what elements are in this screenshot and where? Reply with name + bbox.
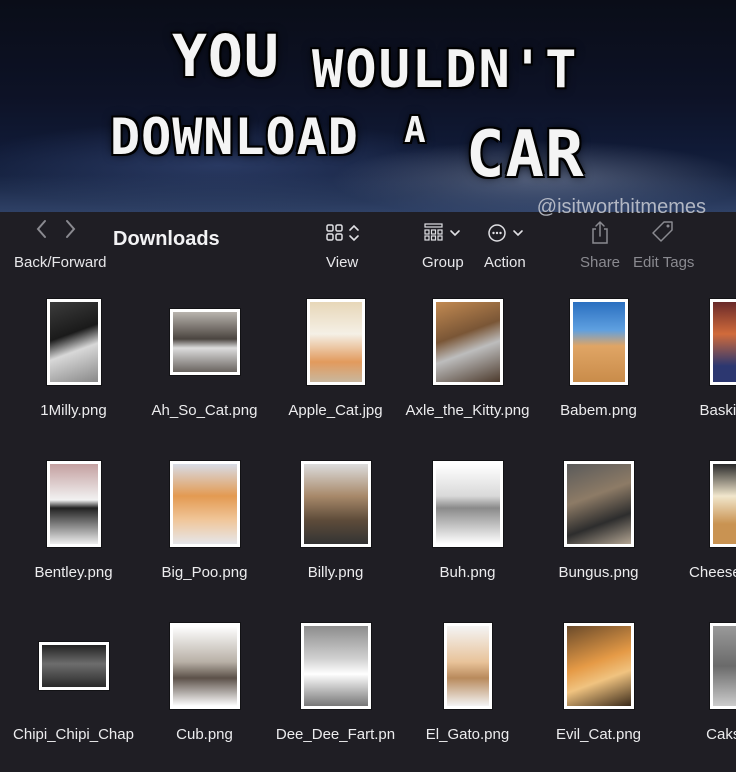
- meme-text-line-1: YOU: [172, 22, 280, 90]
- back-forward-control[interactable]: [35, 218, 85, 240]
- file-name-label: Baskit_C: [699, 402, 736, 419]
- file-name-label: Cakste: [706, 726, 736, 743]
- cat-photo: [713, 464, 736, 544]
- cat-photo: [310, 302, 362, 382]
- file-name-label: Ah_So_Cat.png: [151, 402, 258, 419]
- file-item[interactable]: Dee_Dee_Fart.pn: [270, 622, 401, 772]
- cat-photo: [304, 626, 368, 706]
- meme-text-line-2: WOULDN'T: [312, 40, 579, 100]
- share-icon[interactable]: [590, 220, 610, 246]
- cat-photo: [50, 302, 98, 382]
- meme-text-line-5: CAR: [466, 118, 585, 192]
- meme-banner: YOU WOULDN'T DOWNLOAD A CAR: [0, 0, 736, 212]
- file-thumbnail[interactable]: [570, 299, 628, 385]
- file-name-label: Cub.png: [176, 726, 233, 743]
- tag-icon[interactable]: [652, 220, 674, 244]
- window-title: Downloads: [113, 228, 220, 250]
- back-forward-label: Back/Forward: [14, 254, 107, 271]
- file-name-label: Axle_the_Kitty.png: [405, 402, 530, 419]
- cat-photo: [173, 312, 237, 372]
- meme-text-line-4: A: [404, 110, 426, 151]
- cat-photo: [573, 302, 625, 382]
- file-name-label: Evil_Cat.png: [555, 726, 642, 743]
- cat-photo: [173, 626, 237, 706]
- file-name-label: Big_Poo.png: [161, 564, 248, 581]
- cat-photo: [50, 464, 98, 544]
- file-item[interactable]: Bungus.png: [533, 460, 664, 610]
- file-thumbnail[interactable]: [47, 461, 101, 547]
- file-item[interactable]: Cub.png: [139, 622, 270, 772]
- file-thumbnail[interactable]: [307, 299, 365, 385]
- action-button-label[interactable]: Action: [484, 254, 526, 271]
- cat-photo: [304, 464, 368, 544]
- file-name-label: Apple_Cat.jpg: [288, 402, 383, 419]
- finder-toolbar: Back/Forward Downloads View Group Action…: [0, 212, 736, 282]
- file-thumbnail[interactable]: [301, 623, 371, 709]
- file-name-label: El_Gato.png: [425, 726, 510, 743]
- file-thumbnail[interactable]: [301, 461, 371, 547]
- file-thumbnail[interactable]: [170, 461, 240, 547]
- action-ellipsis-icon[interactable]: [487, 222, 527, 244]
- share-button-label[interactable]: Share: [580, 254, 620, 271]
- file-item[interactable]: Evil_Cat.png: [533, 622, 664, 772]
- back-icon[interactable]: [35, 218, 49, 240]
- file-item[interactable]: Cakste: [664, 622, 736, 772]
- edit-tags-button-label[interactable]: Edit Tags: [633, 254, 694, 271]
- cat-photo: [567, 464, 631, 544]
- cat-photo: [42, 645, 106, 687]
- file-item[interactable]: Big_Poo.png: [139, 460, 270, 610]
- file-thumbnail[interactable]: [433, 461, 503, 547]
- file-name-label: Bentley.png: [34, 564, 113, 581]
- file-item[interactable]: El_Gato.png: [402, 622, 533, 772]
- view-button-label[interactable]: View: [326, 254, 358, 271]
- cat-photo: [173, 464, 237, 544]
- file-item[interactable]: 1Milly.png: [8, 298, 139, 448]
- file-name-label: Chipi_Chipi_Chap: [13, 726, 134, 743]
- icon-grid-view-icon[interactable]: [326, 222, 362, 244]
- file-thumbnail[interactable]: [564, 461, 634, 547]
- file-thumbnail[interactable]: [710, 461, 736, 547]
- file-item[interactable]: Cheesebu g: [664, 460, 736, 610]
- file-item[interactable]: Baskit_C: [664, 298, 736, 448]
- file-name-label: Bungus.png: [558, 564, 639, 581]
- file-item[interactable]: Bentley.png: [8, 460, 139, 610]
- file-thumbnail[interactable]: [710, 623, 736, 709]
- file-item[interactable]: Buh.png: [402, 460, 533, 610]
- file-thumbnail[interactable]: [170, 623, 240, 709]
- file-name-label: Buh.png: [439, 564, 496, 581]
- file-item[interactable]: Axle_the_Kitty.png: [402, 298, 533, 448]
- file-item[interactable]: Ah_So_Cat.png: [139, 298, 270, 448]
- cat-photo: [447, 626, 489, 706]
- cat-photo: [713, 626, 736, 706]
- file-thumbnail[interactable]: [564, 623, 634, 709]
- file-name-label: Cheesebu g: [689, 564, 736, 581]
- file-item[interactable]: Babem.png: [533, 298, 664, 448]
- file-thumbnail[interactable]: [433, 299, 503, 385]
- file-name-label: Dee_Dee_Fart.pn: [275, 726, 396, 743]
- forward-icon[interactable]: [63, 218, 77, 240]
- file-thumbnail[interactable]: [444, 623, 492, 709]
- file-thumbnail[interactable]: [39, 642, 109, 690]
- cat-photo: [436, 464, 500, 544]
- cat-photo: [436, 302, 500, 382]
- group-button-label[interactable]: Group: [422, 254, 464, 271]
- file-name-label: Billy.png: [307, 564, 364, 581]
- file-name-label: Babem.png: [560, 402, 637, 419]
- cat-photo: [713, 302, 736, 382]
- file-thumbnail[interactable]: [710, 299, 736, 385]
- meme-text-line-3: DOWNLOAD: [110, 108, 359, 166]
- file-thumbnail[interactable]: [170, 309, 240, 375]
- file-thumbnail[interactable]: [47, 299, 101, 385]
- cat-photo: [567, 626, 631, 706]
- file-item[interactable]: Billy.png: [270, 460, 401, 610]
- file-name-label: 1Milly.png: [40, 402, 107, 419]
- group-icon[interactable]: [424, 222, 464, 244]
- file-item[interactable]: Chipi_Chipi_Chap: [8, 622, 139, 772]
- file-item[interactable]: Apple_Cat.jpg: [270, 298, 401, 448]
